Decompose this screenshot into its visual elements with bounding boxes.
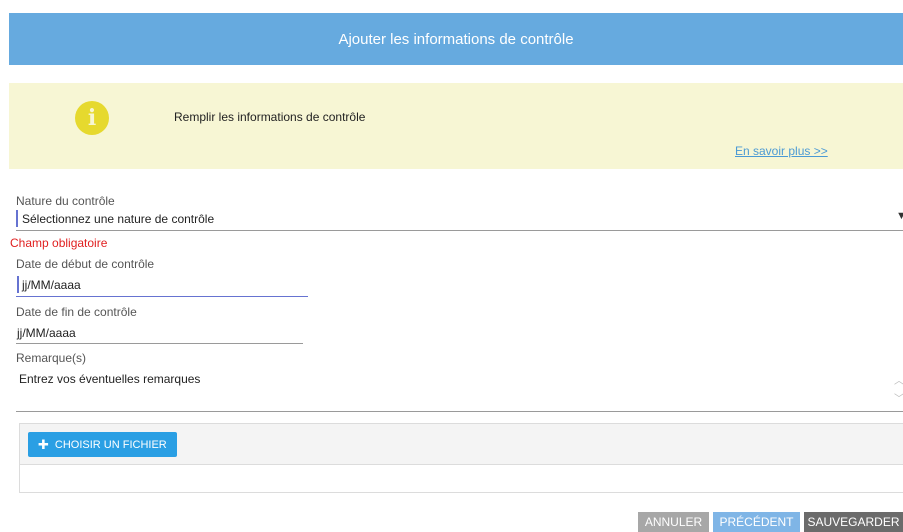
nature-select-value: Sélectionnez une nature de contrôle <box>22 212 215 226</box>
file-upload-panel: ✚ CHOISIR UN FICHIER <box>19 423 903 493</box>
previous-label: PRÉCÉDENT <box>719 515 794 529</box>
save-label: SAUVEGARDER <box>807 515 900 529</box>
info-icon: i <box>75 101 109 135</box>
nature-label: Nature du contrôle <box>16 194 115 208</box>
end-date-underline <box>16 343 303 344</box>
start-date-placeholder: jj/MM/aaaa <box>22 278 81 292</box>
plus-icon: ✚ <box>38 436 49 452</box>
resize-up-icon[interactable]: ︿ <box>894 372 903 387</box>
resize-down-icon[interactable]: ﹀ <box>894 390 903 405</box>
info-text: Remplir les informations de contrôle <box>174 110 366 124</box>
save-button[interactable]: SAUVEGARDER <box>804 512 903 532</box>
remarks-underline <box>16 411 903 412</box>
dialog-title: Ajouter les informations de contrôle <box>338 30 574 48</box>
chevron-down-icon[interactable]: ▼ <box>896 210 903 222</box>
info-panel: i Remplir les informations de contrôle E… <box>9 83 903 169</box>
remarks-label: Remarque(s) <box>16 351 87 365</box>
nature-underline <box>16 230 903 231</box>
file-upload-toolbar: ✚ CHOISIR UN FICHIER <box>20 424 903 465</box>
choose-file-label: CHOISIR UN FICHIER <box>54 438 167 451</box>
end-date-placeholder: jj/MM/aaaa <box>17 326 76 340</box>
end-date-label: Date de fin de contrôle <box>16 305 137 319</box>
choose-file-button[interactable]: ✚ CHOISIR UN FICHIER <box>28 432 177 457</box>
learn-more-link[interactable]: En savoir plus >> <box>735 144 828 158</box>
nature-error: Champ obligatoire <box>10 236 108 250</box>
previous-button[interactable]: PRÉCÉDENT <box>713 512 800 532</box>
cancel-button[interactable]: ANNULER <box>638 512 709 532</box>
start-date-underline <box>16 296 308 297</box>
field-focus-bar <box>17 276 19 293</box>
start-date-label: Date de début de contrôle <box>16 257 155 271</box>
cancel-label: ANNULER <box>644 515 703 529</box>
dialog-header: Ajouter les informations de contrôle <box>9 13 903 65</box>
remarks-placeholder: Entrez vos éventuelles remarques <box>19 372 201 386</box>
field-focus-bar <box>16 210 18 227</box>
